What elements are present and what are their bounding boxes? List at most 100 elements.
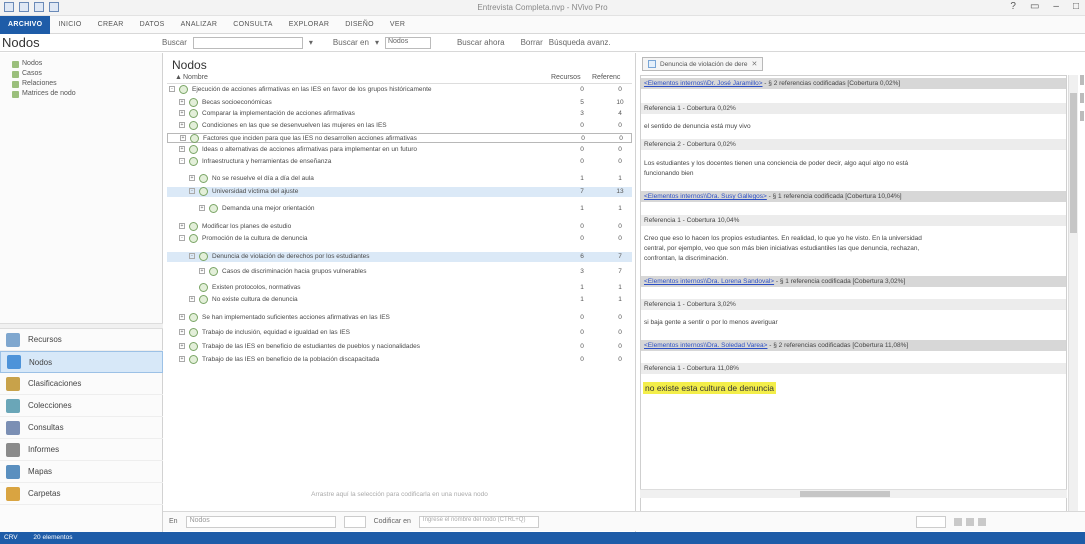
reference-tab-icon[interactable]	[1080, 75, 1084, 85]
expand-icon[interactable]: +	[189, 296, 195, 302]
ribbon-tab-4[interactable]: ANALIZAR	[173, 16, 226, 34]
nav-button[interactable]: Nodos	[0, 351, 163, 373]
node-row[interactable]: + Comparar la implementación de acciones …	[167, 109, 632, 119]
ribbon-options-icon[interactable]: ▭	[1030, 1, 1039, 12]
collapse-icon[interactable]: -	[169, 86, 175, 92]
close-icon[interactable]: ✕	[751, 60, 757, 68]
node-icon	[189, 145, 198, 154]
tree-item[interactable]: Relaciones	[12, 79, 162, 89]
nav-button[interactable]: Recursos	[0, 329, 163, 351]
search-scope-select[interactable]: Nodos	[384, 36, 431, 49]
node-row[interactable]: + Trabajo de las IES en beneficio de la p…	[167, 355, 632, 365]
code-target-button[interactable]	[343, 515, 366, 528]
collapse-icon[interactable]: -	[189, 188, 195, 194]
column-references[interactable]: Referenc	[592, 74, 620, 81]
expand-icon[interactable]: +	[179, 110, 185, 116]
node-row[interactable]: + Se han implementado suficientes accione…	[167, 313, 632, 323]
node-row[interactable]: + Demanda una mejor orientación 1 1	[167, 204, 632, 214]
scrollbar-thumb[interactable]	[1070, 93, 1077, 233]
nav-button[interactable]: Clasificaciones	[0, 373, 163, 395]
nav-button[interactable]: Mapas	[0, 461, 163, 483]
ribbon-tab-6[interactable]: EXPLORAR	[281, 16, 338, 34]
node-row[interactable]: - Ejecución de acciones afirmativas en la…	[167, 85, 632, 95]
node-row[interactable]: Existen protocolos, normativas 1 1	[167, 283, 632, 293]
nav-button[interactable]: Colecciones	[0, 395, 163, 417]
advanced-find-button[interactable]: Búsqueda avanz.	[549, 38, 611, 47]
code-button[interactable]: Codificar en	[374, 518, 411, 525]
tree-item[interactable]: Matrices de nodo	[12, 89, 162, 99]
source-link[interactable]: <Elementos internos\\Dr. José Jaramillo>	[644, 80, 763, 87]
find-now-button[interactable]: Buscar ahora	[457, 38, 505, 47]
node-row[interactable]: - Infraestructura y herramientas de enseñ…	[167, 157, 632, 167]
expand-icon[interactable]: +	[179, 329, 185, 335]
expand-icon[interactable]: +	[189, 175, 195, 181]
node-row[interactable]: - Promoción de la cultura de denuncia 0 0	[167, 234, 632, 244]
ribbon-tab-0[interactable]: ARCHIVO	[0, 15, 51, 34]
tree-item[interactable]: Casos	[12, 69, 162, 79]
ribbon-tab-8[interactable]: VER	[382, 16, 413, 34]
node-row[interactable]: + No existe cultura de denuncia 1 1	[167, 295, 632, 305]
column-name[interactable]: Nombre	[183, 74, 208, 81]
maximize-icon[interactable]: □	[1073, 1, 1079, 12]
expand-icon[interactable]: +	[179, 99, 185, 105]
node-resources: 7	[580, 188, 584, 195]
node-row[interactable]: - Denuncia de violación de derechos por l…	[167, 252, 632, 262]
ribbon-tab-1[interactable]: INICIO	[50, 16, 89, 34]
expand-icon[interactable]: +	[179, 356, 185, 362]
help-icon[interactable]: ?	[1010, 1, 1016, 12]
tree-item[interactable]: Nodos	[12, 59, 162, 69]
node-row[interactable]: + Trabajo de inclusión, equidad e igualda…	[167, 328, 632, 338]
node-row[interactable]: + Factores que inciden para que las IES n…	[167, 133, 632, 143]
nav-button[interactable]: Carpetas	[0, 483, 163, 505]
ribbon-tab-3[interactable]: DATOS	[132, 16, 173, 34]
zoom-input[interactable]	[916, 516, 946, 528]
scrollbar-thumb[interactable]	[800, 491, 890, 497]
search-input[interactable]	[192, 36, 303, 49]
expand-icon[interactable]: +	[179, 314, 185, 320]
horizontal-scrollbar[interactable]	[640, 489, 1067, 498]
summary-tab-icon[interactable]	[1080, 111, 1084, 121]
node-row[interactable]: + Casos de discriminación hacia grupos vu…	[167, 267, 632, 277]
chevron-down-icon[interactable]: ▾	[309, 38, 313, 47]
code-in-select[interactable]: Nodos	[185, 515, 336, 528]
expand-icon[interactable]: +	[179, 122, 185, 128]
clear-button[interactable]: Borrar	[521, 38, 543, 47]
node-row[interactable]: + No se resuelve el día a día del aula 1 1	[167, 174, 632, 184]
node-row[interactable]: + Modificar los planes de estudio 0 0	[167, 222, 632, 232]
expand-icon[interactable]: +	[199, 205, 205, 211]
node-row[interactable]: - Universidad víctima del ajuste 7 13	[167, 187, 632, 197]
expand-icon[interactable]: +	[180, 135, 186, 141]
settings-icon[interactable]	[978, 518, 986, 526]
vertical-scrollbar[interactable]	[1068, 75, 1078, 515]
source-link[interactable]: <Elementos internos\\Dra. Susy Gallegos>	[644, 193, 767, 200]
node-row[interactable]: + Condiciones en las que se desenvuelven …	[167, 121, 632, 131]
node-row[interactable]: + Becas socioeconómicas 5 10	[167, 98, 632, 108]
nav-button[interactable]: Consultas	[0, 417, 163, 439]
source-link[interactable]: <Elementos internos\\Dra. Lorena Sandova…	[644, 278, 774, 285]
source-link[interactable]: <Elementos internos\\Dra. Soledad Varea>	[644, 342, 767, 349]
open-node-tab[interactable]: Denuncia de violación de dere ✕	[642, 57, 764, 71]
minimize-icon[interactable]: –	[1053, 1, 1059, 12]
expand-icon[interactable]: +	[179, 146, 185, 152]
reference-header: Referencia 1 - Cobertura 11,08%	[641, 363, 1066, 374]
reference-text: Los estudiantes y los docentes tienen un…	[644, 160, 909, 167]
column-resources[interactable]: Recursos	[551, 74, 581, 81]
nav-button-label: Informes	[28, 445, 60, 454]
text-tab-icon[interactable]	[1080, 93, 1084, 103]
collapse-icon[interactable]: -	[189, 253, 195, 259]
expand-icon[interactable]: +	[179, 343, 185, 349]
node-name-input[interactable]: Ingrese el nombre del nodo (CTRL+Q)	[418, 515, 539, 528]
expand-icon[interactable]: +	[199, 268, 205, 274]
zoom-in-icon[interactable]	[954, 518, 962, 526]
collapse-icon[interactable]: -	[179, 158, 185, 164]
expand-icon[interactable]: +	[179, 223, 185, 229]
ribbon-tab-2[interactable]: CREAR	[90, 16, 132, 34]
ribbon-tab-7[interactable]: DISEÑO	[337, 16, 382, 34]
zoom-out-icon[interactable]	[966, 518, 974, 526]
ribbon-tab-5[interactable]: CONSULTA	[225, 16, 280, 34]
node-row[interactable]: + Trabajo de las IES en beneficio de estu…	[167, 342, 632, 352]
collapse-icon[interactable]: -	[179, 235, 185, 241]
nav-button[interactable]: Informes	[0, 439, 163, 461]
chevron-down-icon[interactable]: ▾	[375, 38, 379, 47]
node-row[interactable]: + Ideas o alternativas de acciones afirma…	[167, 145, 632, 155]
